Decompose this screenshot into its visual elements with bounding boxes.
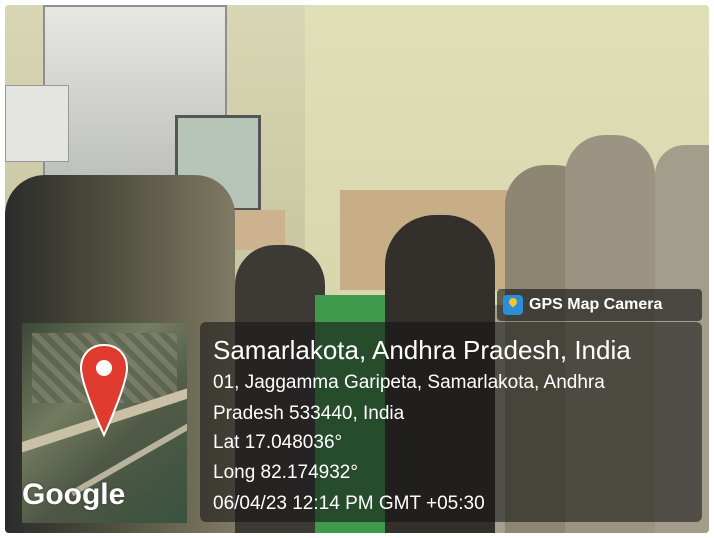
timestamp: 06/04/23 12:14 PM GMT +05:30 [213, 493, 485, 514]
app-name: GPS Map Camera [529, 296, 663, 313]
latitude-readout: Lat 17.048036° [213, 432, 343, 453]
address-line-1: 01, Jaggamma Garipeta, Samarlakota, Andh… [213, 372, 605, 393]
place-title: Samarlakota, Andhra Pradesh, India [213, 335, 631, 365]
lab-cabinet [5, 85, 69, 162]
longitude-readout: Long 82.174932° [213, 462, 358, 483]
gps-camera-badge: GPS Map Camera [497, 289, 702, 321]
gps-map-camera-icon [503, 295, 523, 315]
location-pin-icon [79, 343, 129, 438]
google-logo: Google [22, 478, 126, 511]
address-line-2: Pradesh 533440, India [213, 403, 405, 424]
